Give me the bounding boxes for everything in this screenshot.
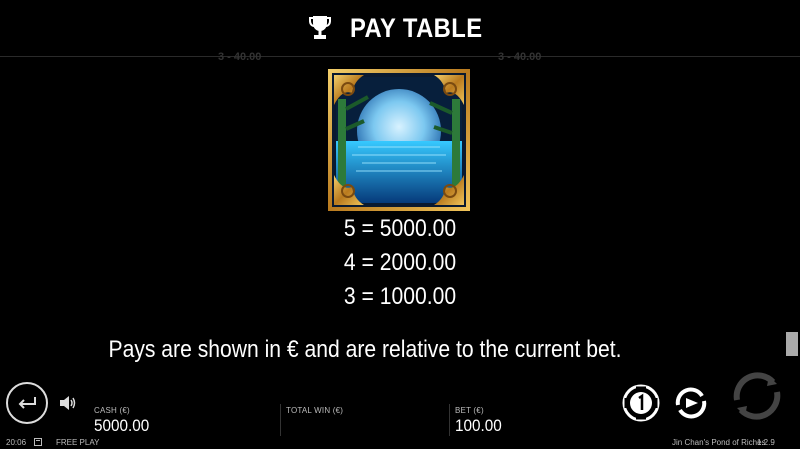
return-arrow-icon	[18, 397, 36, 409]
moon-over-water-symbol	[328, 69, 470, 211]
autoplay-button[interactable]	[672, 384, 710, 422]
ghost-pay-right: 3 - 40.00	[498, 51, 542, 63]
trophy-icon	[308, 16, 331, 39]
cash-value: 5000.00	[94, 416, 150, 435]
pay-line-3: 3 = 1000.00	[343, 283, 457, 310]
play-mode: FREE PLAY	[56, 438, 100, 447]
total-win-label: TOTAL WIN (€)	[286, 406, 344, 415]
separator	[280, 404, 281, 436]
menu-icon[interactable]	[34, 438, 42, 448]
pay-line-4: 4 = 2000.00	[343, 249, 457, 276]
pay-line-5: 5 = 5000.00	[343, 215, 457, 242]
scrollbar-thumb[interactable]	[786, 332, 798, 356]
total-win-display: TOTAL WIN (€)	[286, 406, 343, 416]
header-divider	[0, 56, 800, 57]
bet-settings-button[interactable]	[622, 384, 660, 422]
header: PAY TABLE	[0, 0, 800, 56]
scrollbar[interactable]	[786, 57, 798, 426]
game-name: Jin Chan's Pond of Riches	[672, 438, 766, 447]
footer: 20:06 FREE PLAY Jin Chan's Pond of Riche…	[0, 437, 800, 449]
separator	[449, 404, 450, 436]
cash-label: CASH (€)	[94, 406, 130, 415]
sound-icon[interactable]	[59, 395, 77, 411]
version: 1.2.9	[757, 438, 775, 447]
spin-button[interactable]	[729, 368, 785, 424]
back-button[interactable]	[6, 382, 48, 424]
page-title: PAY TABLE	[349, 12, 483, 43]
bet-label: BET (€)	[455, 406, 484, 415]
ghost-pay-left: 3 - 40.00	[218, 51, 262, 63]
pays-note: Pays are shown in € and are relative to …	[108, 336, 622, 363]
clock: 20:06	[6, 438, 27, 447]
bet-display: BET (€) 100.00	[455, 406, 507, 436]
cash-display: CASH (€) 5000.00	[94, 406, 155, 436]
bet-value: 100.00	[455, 416, 502, 435]
